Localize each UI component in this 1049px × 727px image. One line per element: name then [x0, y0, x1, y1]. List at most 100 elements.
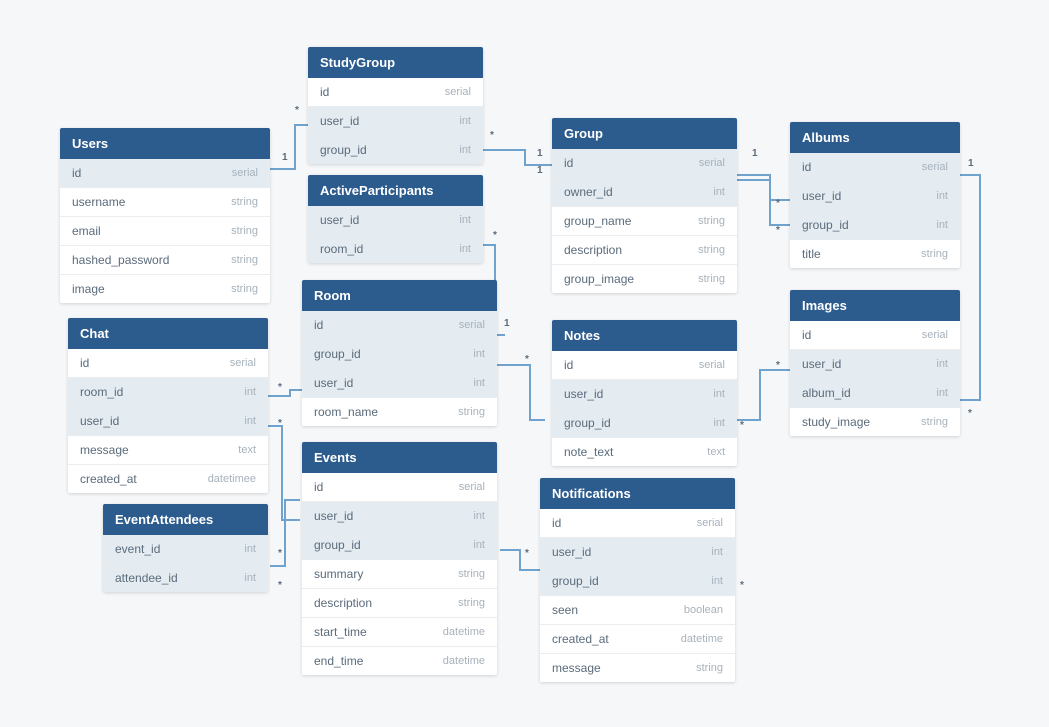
table-header: Events [302, 442, 497, 473]
field-name: room_name [314, 405, 378, 419]
field-name: image [72, 282, 105, 296]
field-type: int [459, 214, 471, 226]
field-name: group_id [314, 538, 361, 552]
field-name: group_id [552, 574, 599, 588]
field-name: id [80, 356, 89, 370]
cardinality-label: 1 [282, 152, 288, 163]
table-fields: idserialroom_idintuser_idintmessagetextc… [68, 349, 268, 493]
field-type: int [713, 417, 725, 429]
table-fields: idserialgroup_idintuser_idintroom_namest… [302, 311, 497, 426]
table-fields: idserialuser_idintgroup_idint [308, 78, 483, 164]
cardinality-label: * [525, 354, 529, 365]
field-name: owner_id [564, 185, 613, 199]
table-chat: Chat idserialroom_idintuser_idintmessage… [68, 318, 268, 493]
field-type: text [707, 446, 725, 458]
field-name: user_id [802, 189, 841, 203]
field-type: string [698, 273, 725, 285]
table-images: Images idserialuser_idintalbum_idintstud… [790, 290, 960, 436]
field-type: int [713, 186, 725, 198]
field-type: string [458, 406, 485, 418]
cardinality-label: * [525, 548, 529, 559]
field-name: created_at [552, 632, 609, 646]
field-type: serial [232, 167, 258, 179]
field-type: string [696, 662, 723, 674]
field-type: datetime [681, 633, 723, 645]
field-type: int [473, 348, 485, 360]
field-type: string [231, 254, 258, 266]
table-fields: idserialuser_idintgroup_idinttitlestring [790, 153, 960, 268]
field-type: serial [922, 161, 948, 173]
table-row: room_idint [68, 378, 268, 407]
field-name: user_id [314, 509, 353, 523]
field-name: album_id [802, 386, 851, 400]
field-type: int [459, 115, 471, 127]
table-fields: idserialusernamestringemailstringhashed_… [60, 159, 270, 303]
table-row: id serial [790, 321, 960, 350]
field-type: string [921, 248, 948, 260]
table-fields: idserialowner_idintgroup_namestringdescr… [552, 149, 737, 293]
table-header: Albums [790, 122, 960, 153]
table-row: hashed_passwordstring [60, 246, 270, 275]
table-header: Chat [68, 318, 268, 349]
field-name: id [552, 516, 561, 530]
table-row: user_idint [790, 350, 960, 379]
table-group: Group idserialowner_idintgroup_namestrin… [552, 118, 737, 293]
field-name: summary [314, 567, 363, 581]
cardinality-label: 1 [752, 148, 758, 159]
table-fields: idserialuser_idintalbum_idintstudy_image… [790, 321, 960, 436]
field-name: created_at [80, 472, 137, 486]
table-header: Group [552, 118, 737, 149]
table-row: user_idint [308, 107, 483, 136]
field-name: room_id [80, 385, 123, 399]
table-row: created_at datetimee [68, 465, 268, 493]
field-type: datetimee [208, 473, 256, 485]
field-name: user_id [802, 357, 841, 371]
cardinality-label: 1 [968, 158, 974, 169]
table-room: Room idserialgroup_idintuser_idintroom_n… [302, 280, 497, 426]
field-name: message [80, 443, 129, 457]
field-name: id [802, 328, 811, 342]
table-header: Users [60, 128, 270, 159]
table-row: titlestring [790, 240, 960, 268]
table-header: Room [302, 280, 497, 311]
field-name: id [314, 480, 323, 494]
table-row: group_idint [302, 531, 497, 560]
table-row: descriptionstring [552, 236, 737, 265]
field-type: serial [230, 357, 256, 369]
table-row: user_idint [308, 206, 483, 235]
field-name: id [72, 166, 81, 180]
field-type: int [473, 377, 485, 389]
table-row: group_idint [540, 567, 735, 596]
table-row: idserial [790, 153, 960, 182]
field-type: serial [459, 481, 485, 493]
field-type: int [936, 219, 948, 231]
field-type: int [244, 543, 256, 555]
table-row: attendee_idint [103, 564, 268, 592]
field-type: int [459, 243, 471, 255]
table-row: user_idint [540, 538, 735, 567]
cardinality-label: * [776, 225, 780, 236]
table-row: user_idint [302, 369, 497, 398]
table-fields: idserialuser_idintgroup_idintseenboolean… [540, 509, 735, 682]
table-row: group_idint [302, 340, 497, 369]
field-name: room_id [320, 242, 363, 256]
table-header: Notifications [540, 478, 735, 509]
table-row: idserial [540, 509, 735, 538]
field-name: study_image [802, 415, 870, 429]
table-header: StudyGroup [308, 47, 483, 78]
table-row: id serial [302, 473, 497, 502]
field-name: id [320, 85, 329, 99]
table-row: user_idint [302, 502, 497, 531]
field-type: int [711, 546, 723, 558]
table-activeparticipants: ActiveParticipants user_idintroom_idint [308, 175, 483, 263]
table-fields: user_idint room_id int [308, 206, 483, 263]
table-row: emailstring [60, 217, 270, 246]
table-row: created_at datetime [540, 625, 735, 654]
field-type: string [921, 416, 948, 428]
field-type: serial [922, 329, 948, 341]
cardinality-label: * [740, 580, 744, 591]
field-type: int [244, 572, 256, 584]
field-name: username [72, 195, 125, 209]
table-eventattendees: EventAttendees event_idintattendee_idint [103, 504, 268, 592]
table-row: usernamestring [60, 188, 270, 217]
